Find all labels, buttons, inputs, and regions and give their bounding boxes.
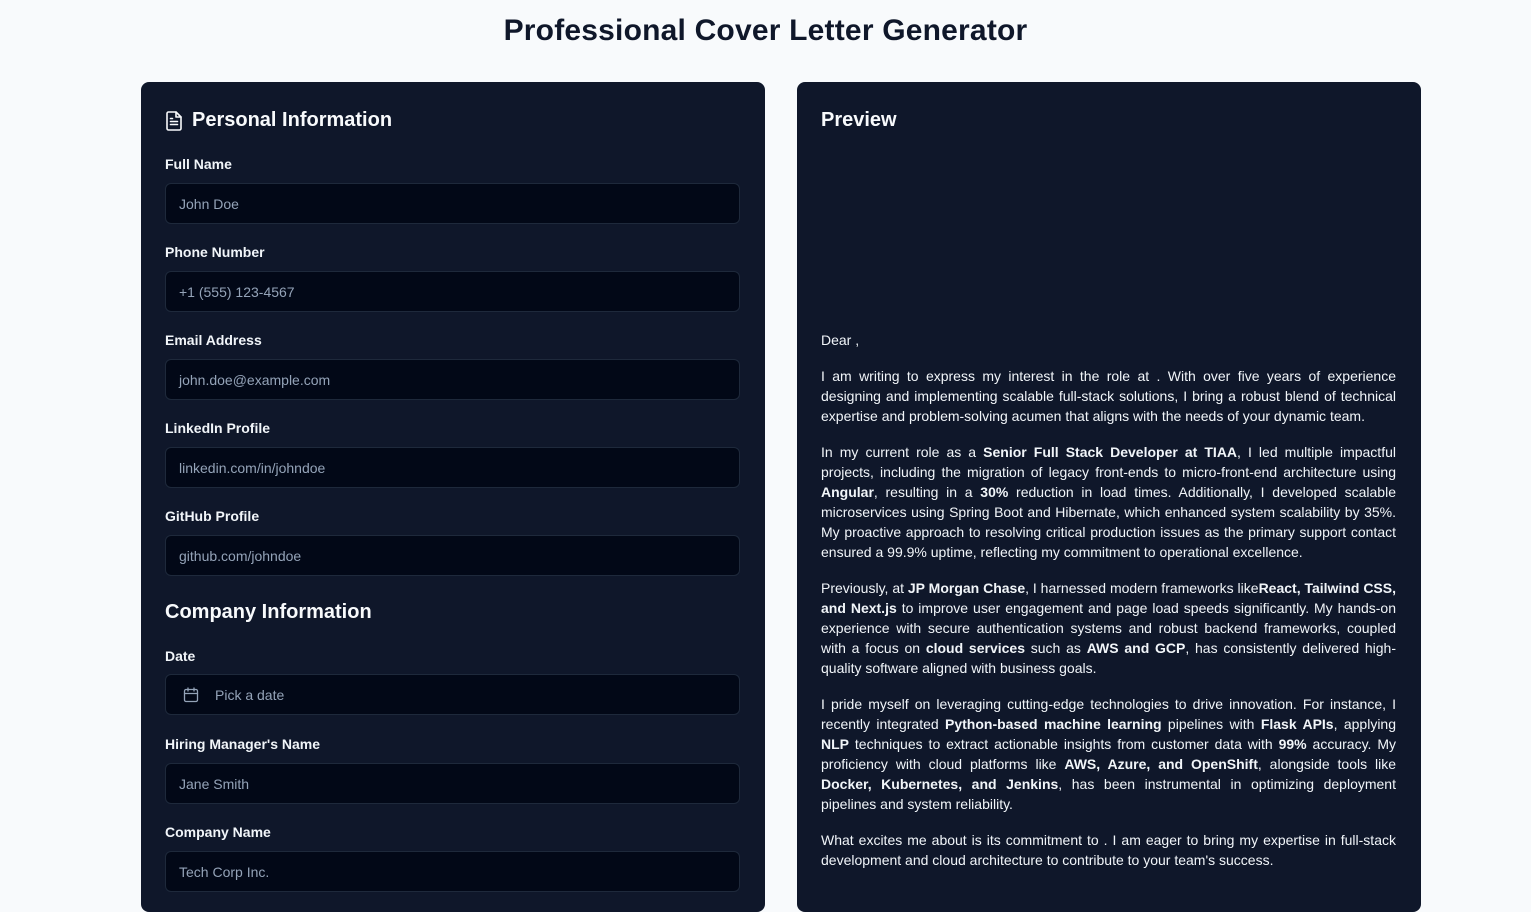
company-info-title: Company Information bbox=[165, 601, 372, 623]
github-input[interactable]: github.com/johndoe bbox=[165, 535, 740, 576]
document-icon bbox=[166, 110, 182, 131]
date-picker-button[interactable]: Pick a date bbox=[165, 674, 740, 715]
phone-label: Phone Number bbox=[165, 244, 265, 260]
company-info-heading: Company Information bbox=[165, 601, 372, 624]
date-label: Date bbox=[165, 648, 196, 664]
page-title: Professional Cover Letter Generator bbox=[503, 14, 1028, 47]
phone-placeholder: +1 (555) 123-4567 bbox=[179, 283, 295, 300]
full-name-input[interactable]: John Doe bbox=[165, 183, 740, 224]
linkedin-placeholder: linkedin.com/in/johndoe bbox=[179, 459, 326, 476]
letter-paragraph-intro: I am writing to express my interest in t… bbox=[821, 368, 1396, 424]
personal-info-heading: Personal Information bbox=[165, 109, 392, 132]
letter-paragraph-current-role: In my current role as a Senior Full Stac… bbox=[821, 444, 1396, 560]
hiring-manager-label: Hiring Manager's Name bbox=[165, 736, 321, 752]
full-name-label: Full Name bbox=[165, 156, 232, 172]
phone-input[interactable]: +1 (555) 123-4567 bbox=[165, 271, 740, 312]
github-label: GitHub Profile bbox=[165, 508, 260, 524]
email-label: Email Address bbox=[165, 332, 262, 348]
calendar-icon bbox=[183, 686, 199, 702]
preview-panel: Preview Dear , I am writing to express m… bbox=[797, 82, 1421, 912]
form-panel: Personal Information Full Name John Doe … bbox=[141, 82, 765, 912]
email-input[interactable]: john.doe@example.com bbox=[165, 359, 740, 400]
letter-paragraph-innovation: I pride myself on leveraging cutting-edg… bbox=[821, 696, 1396, 812]
personal-info-title: Personal Information bbox=[192, 109, 393, 131]
company-name-label: Company Name bbox=[165, 824, 271, 840]
hiring-manager-placeholder: Jane Smith bbox=[179, 775, 250, 792]
company-name-input[interactable]: Tech Corp Inc. bbox=[165, 851, 740, 892]
cover-letter-preview: Dear , I am writing to express my intere… bbox=[821, 330, 1396, 886]
date-placeholder: Pick a date bbox=[215, 686, 285, 703]
letter-paragraph-previous-role: Previously, at JP Morgan Chase, I harnes… bbox=[821, 580, 1397, 676]
letter-salutation: Dear , bbox=[821, 332, 860, 348]
full-name-placeholder: John Doe bbox=[179, 195, 239, 212]
hiring-manager-input[interactable]: Jane Smith bbox=[165, 763, 740, 804]
company-name-placeholder: Tech Corp Inc. bbox=[179, 863, 270, 880]
email-placeholder: john.doe@example.com bbox=[179, 371, 331, 388]
letter-paragraph-closing: What excites me about is its commitment … bbox=[821, 832, 1396, 868]
linkedin-input[interactable]: linkedin.com/in/johndoe bbox=[165, 447, 740, 488]
preview-title: Preview bbox=[821, 109, 897, 131]
github-placeholder: github.com/johndoe bbox=[179, 547, 302, 564]
linkedin-label: LinkedIn Profile bbox=[165, 420, 271, 436]
